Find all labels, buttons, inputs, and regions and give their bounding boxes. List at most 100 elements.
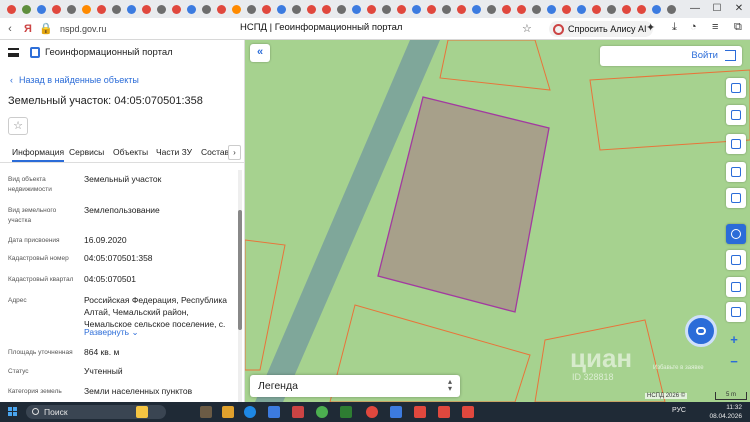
layers-button[interactable] [726, 78, 746, 98]
browser-tab[interactable] [154, 0, 169, 18]
browser-tab[interactable] [244, 0, 259, 18]
back-to-results-link[interactable]: ‹ Назад в найденные объекты [10, 75, 139, 85]
browser-tab[interactable] [49, 0, 64, 18]
browser-tab[interactable] [454, 0, 469, 18]
alisa-button[interactable]: Спросить Алису AI [549, 21, 653, 37]
browser-tab[interactable] [484, 0, 499, 18]
scrollbar-thumb[interactable] [238, 210, 242, 330]
browser-tab[interactable] [4, 0, 19, 18]
tabs-next-button[interactable]: › [228, 145, 241, 160]
file-explorer-icon[interactable] [222, 406, 234, 418]
sidebar-scrollbar[interactable] [238, 170, 242, 402]
language-indicator[interactable]: РУС [672, 407, 686, 414]
browser-tab[interactable] [379, 0, 394, 18]
tab-info[interactable]: Информация [12, 147, 65, 162]
browser-tab[interactable] [19, 0, 34, 18]
close-window-icon[interactable]: ✕ [728, 0, 750, 18]
browser-tab[interactable] [274, 0, 289, 18]
geolocation-button[interactable] [726, 250, 746, 270]
browser-tab[interactable] [559, 0, 574, 18]
excel-icon[interactable] [340, 406, 352, 418]
browser-tab[interactable] [574, 0, 589, 18]
maximize-icon[interactable]: ☐ [706, 0, 728, 18]
settings-button[interactable] [726, 302, 746, 322]
browser-tab[interactable] [109, 0, 124, 18]
browser-tab[interactable] [544, 0, 559, 18]
browser-tab[interactable] [619, 0, 634, 18]
browser-tab[interactable] [649, 0, 664, 18]
select-area-button[interactable] [726, 134, 746, 154]
back-nav-icon[interactable]: ‹ [2, 23, 18, 35]
tab-composition[interactable]: Состав [201, 147, 229, 157]
browser-tab[interactable] [289, 0, 304, 18]
zoom-in-button[interactable]: + [723, 330, 745, 350]
tab-services[interactable]: Сервисы [69, 147, 104, 157]
browser-tab[interactable] [529, 0, 544, 18]
edge-icon[interactable] [244, 406, 256, 418]
url-field[interactable]: nspd.gov.ru [60, 24, 106, 34]
map-view[interactable]: « Войти + − циан ID 328818 Избавьте в за… [245, 40, 750, 402]
browser-tab[interactable] [424, 0, 439, 18]
browser-tab[interactable] [199, 0, 214, 18]
browser-tab[interactable] [499, 0, 514, 18]
basemap-button[interactable] [726, 277, 746, 297]
browser-tab[interactable] [184, 0, 199, 18]
browser-tab[interactable] [319, 0, 334, 18]
browser-tab[interactable] [514, 0, 529, 18]
browser-tab[interactable] [349, 0, 364, 18]
browser-tab[interactable] [589, 0, 604, 18]
browser-tab[interactable] [334, 0, 349, 18]
download-icon[interactable]: ⤓ [672, 21, 677, 34]
bookmark-icon[interactable]: ☆ [522, 22, 532, 35]
app-icon[interactable] [390, 406, 402, 418]
browser-tab[interactable] [229, 0, 244, 18]
chrome-icon[interactable] [316, 406, 328, 418]
browser-tab[interactable] [409, 0, 424, 18]
browser-tab[interactable] [64, 0, 79, 18]
widgets-icon[interactable] [136, 406, 148, 418]
browser-tab[interactable] [34, 0, 49, 18]
menu-icon[interactable]: ≡ [712, 21, 718, 33]
browser-tab[interactable] [664, 0, 679, 18]
windows-start-icon[interactable] [8, 407, 18, 417]
browser-tab[interactable] [604, 0, 619, 18]
extensions-icon[interactable]: ⧉ [734, 21, 742, 34]
browser-tab[interactable] [94, 0, 109, 18]
extension-icon[interactable]: ✦ [646, 21, 655, 34]
zoom-out-button[interactable]: − [723, 352, 745, 372]
browser-tab[interactable] [214, 0, 229, 18]
chat-button[interactable] [685, 315, 717, 347]
browser-tab[interactable] [364, 0, 379, 18]
map-canvas[interactable] [245, 40, 750, 402]
legend-dropdown[interactable]: Легенда ▴ ▾ [250, 375, 460, 397]
browser-tab[interactable] [634, 0, 649, 18]
browser-tab[interactable] [439, 0, 454, 18]
assistant-button[interactable] [726, 224, 746, 244]
yandex-icon[interactable] [438, 406, 450, 418]
tab-parts[interactable]: Части ЗУ [156, 147, 192, 157]
browser-tab[interactable] [124, 0, 139, 18]
selected-parcel[interactable] [377, 96, 550, 313]
yandex-icon[interactable]: Я [20, 23, 36, 35]
yandex-icon[interactable] [462, 406, 474, 418]
browser-tab[interactable] [394, 0, 409, 18]
minimize-icon[interactable]: — [684, 0, 706, 18]
app-icon[interactable] [292, 406, 304, 418]
task-view-icon[interactable] [200, 406, 212, 418]
browser-tab[interactable] [304, 0, 319, 18]
browser-tab[interactable] [469, 0, 484, 18]
browser-tab[interactable] [169, 0, 184, 18]
yandex-icon[interactable] [414, 406, 426, 418]
print-button[interactable] [726, 188, 746, 208]
collapse-sidebar-button[interactable]: « [250, 44, 270, 62]
store-icon[interactable] [268, 406, 280, 418]
browser-tab[interactable] [259, 0, 274, 18]
profile-icon[interactable]: ◔ [690, 21, 697, 33]
hamburger-menu-icon[interactable] [8, 48, 19, 57]
expand-address-link[interactable]: Развернуть ⌄ [84, 327, 139, 338]
clock[interactable]: 11:32 08.04.2026 [709, 403, 742, 421]
login-button[interactable]: Войти [600, 46, 742, 66]
yandex-browser-icon[interactable] [366, 406, 378, 418]
tab-objects[interactable]: Объекты [113, 147, 148, 157]
share-button[interactable] [726, 162, 746, 182]
